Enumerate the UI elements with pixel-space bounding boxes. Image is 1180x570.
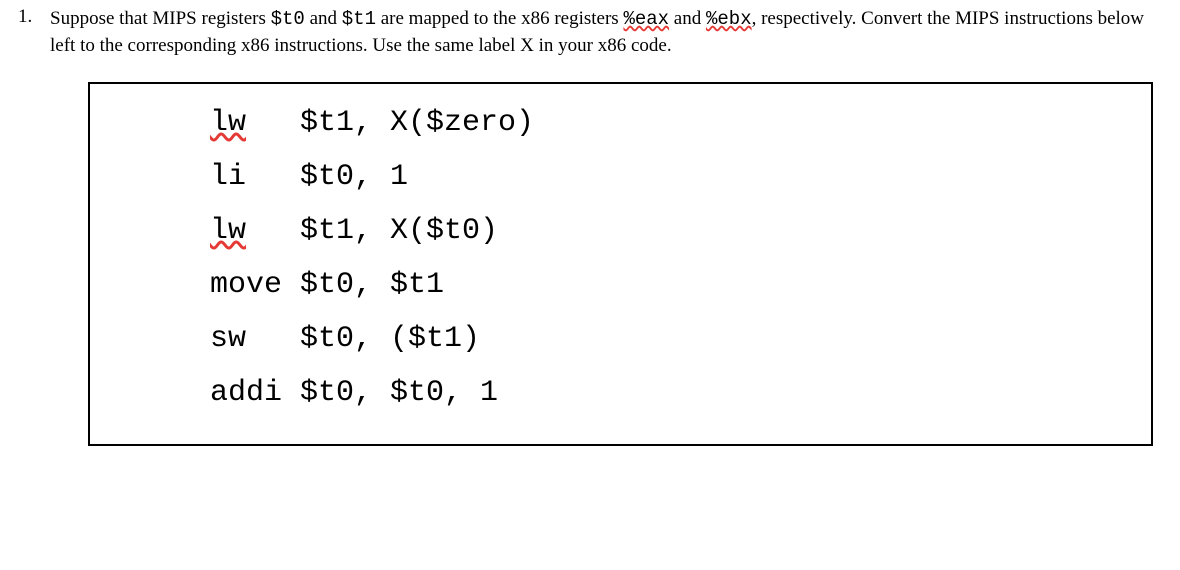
code-box: lw$t1, X($zero) li$t0, 1 lw$t1, X($t0) m… [88,82,1153,446]
code-line-6: addi$t0, $t0, 1 [210,366,1151,420]
code-line-3: lw$t1, X($t0) [210,204,1151,258]
code-line-5: sw$t0, ($t1) [210,312,1151,366]
op-sw: sw [210,312,300,366]
op-move: move [210,258,300,312]
code-line-4: move$t0, $t1 [210,258,1151,312]
question-text: Suppose that MIPS registers $t0 and $t1 … [50,6,1150,58]
args-6: $t0, $t0, 1 [300,376,498,410]
text-part3: are mapped to the x86 registers [376,8,623,29]
register-t0: $t0 [271,8,305,30]
code-line-1: lw$t1, X($zero) [210,96,1151,150]
args-1: $t1, X($zero) [300,106,534,140]
register-t1: $t1 [342,8,376,30]
op-addi: addi [210,366,300,420]
register-eax: %eax [623,8,669,30]
op-lw: lw [210,96,300,150]
question-block: 1. Suppose that MIPS registers $t0 and $… [18,6,1162,58]
code-line-2: li$t0, 1 [210,150,1151,204]
args-4: $t0, $t1 [300,268,444,302]
args-3: $t1, X($t0) [300,214,498,248]
text-part2: and [305,8,342,29]
text-part4: and [669,8,706,29]
op-lw: lw [210,204,300,258]
text-part1: Suppose that MIPS registers [50,8,271,29]
question-number: 1. [18,6,50,28]
args-2: $t0, 1 [300,160,408,194]
op-li: li [210,150,300,204]
args-5: $t0, ($t1) [300,322,480,356]
register-ebx: %ebx [706,8,752,30]
